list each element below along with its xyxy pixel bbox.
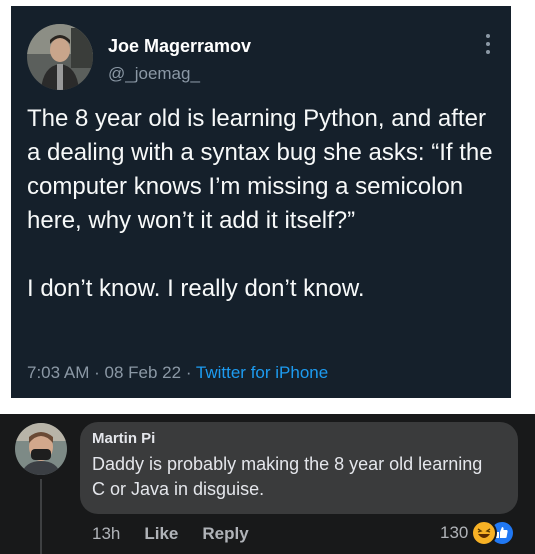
meta-separator: ·	[94, 363, 100, 382]
tweet-card: Joe Magerramov @_joemag_ The 8 year old …	[11, 6, 511, 398]
tweet-meta: 7:03 AM · 08 Feb 22 · Twitter for iPhone	[27, 363, 328, 383]
comment-bubble: Martin Pi Daddy is probably making the 8…	[80, 422, 518, 514]
tweet-date[interactable]: 08 Feb 22	[105, 363, 182, 382]
comment-text: Daddy is probably making the 8 year old …	[92, 454, 483, 499]
comment-section: Martin Pi Daddy is probably making the 8…	[0, 414, 535, 554]
tweet-text: The 8 year old is learning Python, and a…	[27, 102, 501, 306]
reply-button[interactable]: Reply	[202, 524, 248, 544]
tweet-author-avatar[interactable]	[27, 24, 93, 90]
tweet-paragraph: I don’t know. I really don’t know.	[27, 275, 365, 302]
tweet-author-name[interactable]: Joe Magerramov	[108, 36, 251, 57]
commenter-name[interactable]: Martin Pi	[92, 430, 155, 447]
tweet-source-link[interactable]: Twitter for iPhone	[196, 363, 328, 382]
more-options-icon[interactable]	[485, 34, 491, 56]
comment-actions: 13h Like Reply	[92, 524, 273, 544]
commenter-avatar[interactable]	[15, 423, 67, 475]
haha-icon	[471, 520, 498, 546]
like-button[interactable]: Like	[144, 524, 178, 544]
reaction-summary[interactable]: 130	[440, 520, 516, 546]
reaction-count: 130	[440, 523, 469, 542]
comment-timestamp[interactable]: 13h	[92, 524, 120, 544]
tweet-paragraph: The 8 year old is learning Python, and a…	[27, 105, 493, 234]
reply-thread-line	[40, 479, 42, 554]
tweet-time[interactable]: 7:03 AM	[27, 363, 89, 382]
meta-separator: ·	[185, 363, 192, 382]
tweet-author-handle[interactable]: @_joemag_	[108, 64, 200, 84]
